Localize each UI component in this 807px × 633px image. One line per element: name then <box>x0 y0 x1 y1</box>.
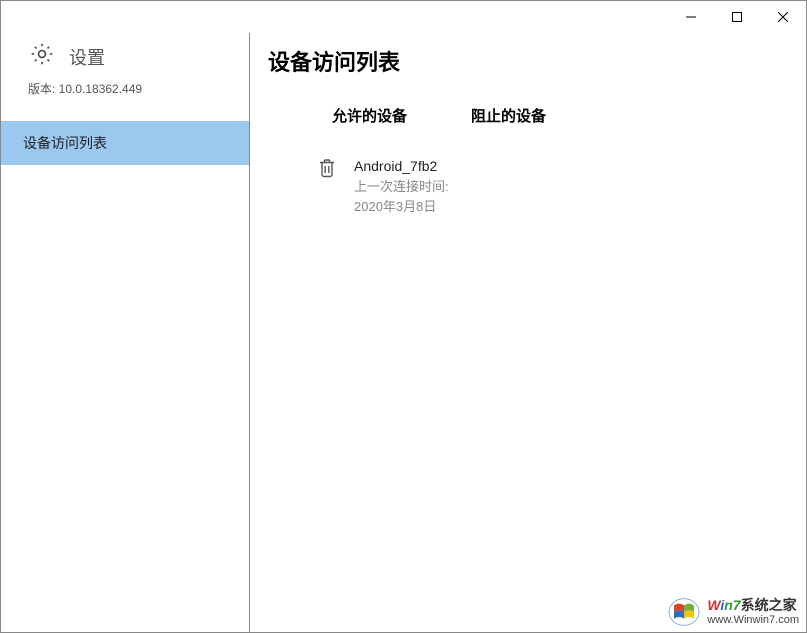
device-row: Android_7fb2 上一次连接时间: 2020年3月8日 <box>268 156 788 216</box>
sidebar-item-device-access-list[interactable]: 设备访问列表 <box>1 121 249 165</box>
trash-icon <box>318 158 336 178</box>
tab-bar: 允许的设备 阻止的设备 <box>268 105 788 132</box>
sidebar-header: 设置 <box>1 33 249 78</box>
watermark-url: www.Winwin7.com <box>707 614 799 626</box>
device-last-connect-label: 上一次连接时间: <box>354 177 449 197</box>
window-titlebar <box>1 1 806 33</box>
watermark: Win7系统之家 www.Winwin7.com <box>667 597 799 627</box>
app-window: 设置 版本: 10.0.18362.449 设备访问列表 设备访问列表 允许的设… <box>0 0 807 633</box>
device-last-connect-time: 2020年3月8日 <box>354 197 449 217</box>
device-name: Android_7fb2 <box>354 156 449 177</box>
minimize-icon <box>686 12 696 22</box>
minimize-button[interactable] <box>668 1 714 33</box>
main-panel: 设备访问列表 允许的设备 阻止的设备 Android_7fb2 上一次连接时间: <box>250 33 806 632</box>
delete-device-button[interactable] <box>316 158 338 178</box>
sidebar-title: 设置 <box>69 44 105 70</box>
sidebar: 设置 版本: 10.0.18362.449 设备访问列表 <box>1 33 249 632</box>
maximize-icon <box>732 12 742 22</box>
watermark-title: Win7系统之家 <box>707 598 799 613</box>
gear-icon <box>29 41 55 72</box>
tab-blocked-devices[interactable]: 阻止的设备 <box>471 105 546 132</box>
app-body: 设置 版本: 10.0.18362.449 设备访问列表 设备访问列表 允许的设… <box>1 33 806 632</box>
watermark-text: Win7系统之家 www.Winwin7.com <box>707 598 799 625</box>
close-button[interactable] <box>760 1 806 33</box>
windows-flag-icon <box>667 597 701 627</box>
version-label: 版本: 10.0.18362.449 <box>1 78 249 121</box>
close-icon <box>778 12 788 22</box>
tab-allowed-devices[interactable]: 允许的设备 <box>332 105 407 132</box>
page-title: 设备访问列表 <box>268 45 788 77</box>
sidebar-item-label: 设备访问列表 <box>23 133 107 153</box>
device-info: Android_7fb2 上一次连接时间: 2020年3月8日 <box>354 156 449 216</box>
maximize-button[interactable] <box>714 1 760 33</box>
